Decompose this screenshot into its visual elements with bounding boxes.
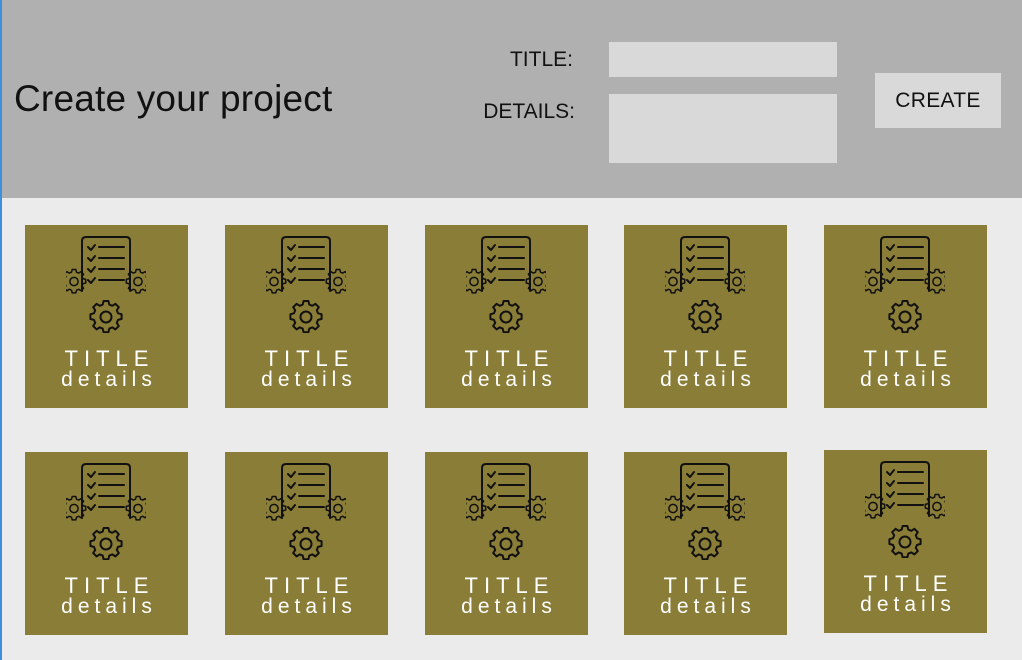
checklist-gears-icon — [466, 235, 546, 333]
details-input[interactable] — [609, 94, 837, 163]
card-details: details — [461, 595, 557, 618]
details-label: DETAILS: — [483, 100, 575, 123]
project-card[interactable]: TITLE details — [225, 225, 388, 408]
card-title: TITLE — [464, 346, 555, 371]
project-card[interactable]: TITLE details — [824, 450, 987, 633]
card-details: details — [860, 593, 956, 616]
card-title: TITLE — [863, 346, 954, 371]
page-title: Create your project — [14, 78, 333, 119]
title-label: TITLE: — [509, 48, 573, 71]
card-details: details — [461, 368, 557, 391]
checklist-gears-icon — [466, 462, 546, 560]
checklist-gears-icon — [266, 235, 346, 333]
create-project-header: Create your project TITLE: DETAILS: CREA… — [2, 0, 1022, 198]
card-details: details — [261, 595, 357, 618]
card-details: details — [261, 368, 357, 391]
checklist-gears-icon — [266, 462, 346, 560]
project-card[interactable]: TITLE details — [824, 225, 987, 408]
title-input[interactable] — [609, 42, 837, 77]
checklist-gears-icon — [665, 235, 745, 333]
card-title: TITLE — [264, 573, 355, 598]
project-card[interactable]: TITLE details — [624, 225, 787, 408]
card-title: TITLE — [64, 346, 155, 371]
card-title: TITLE — [64, 573, 155, 598]
checklist-gears-icon — [865, 460, 945, 558]
card-details: details — [660, 368, 756, 391]
card-details: details — [860, 368, 956, 391]
card-title: TITLE — [863, 571, 954, 596]
project-card[interactable]: TITLE details — [25, 225, 188, 408]
card-title: TITLE — [663, 346, 754, 371]
project-card[interactable]: TITLE details — [624, 452, 787, 635]
checklist-gears-icon — [865, 235, 945, 333]
checklist-gears-icon — [66, 462, 146, 560]
card-details: details — [61, 595, 157, 618]
card-title: TITLE — [464, 573, 555, 598]
project-card[interactable]: TITLE details — [225, 452, 388, 635]
card-details: details — [660, 595, 756, 618]
project-card[interactable]: TITLE details — [25, 452, 188, 635]
card-title: TITLE — [264, 346, 355, 371]
card-title: TITLE — [663, 573, 754, 598]
create-button[interactable]: CREATE — [875, 73, 1001, 128]
project-card[interactable]: TITLE details — [425, 452, 588, 635]
card-details: details — [61, 368, 157, 391]
checklist-gears-icon — [66, 235, 146, 333]
checklist-gears-icon — [665, 462, 745, 560]
project-card[interactable]: TITLE details — [425, 225, 588, 408]
